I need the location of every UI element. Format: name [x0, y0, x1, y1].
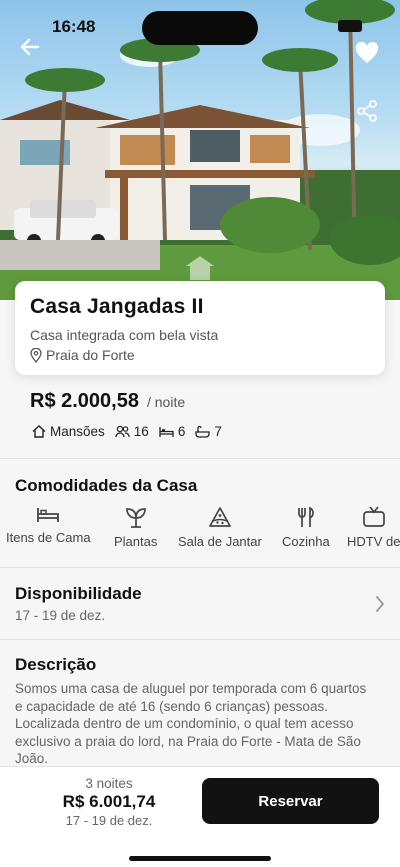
- tv-icon: [362, 506, 385, 527]
- amenity-item-bed-linens[interactable]: Itens de Cama: [6, 506, 91, 545]
- amenity-item-hdtv[interactable]: HDTV de: [347, 506, 400, 549]
- house-icon: [32, 425, 46, 438]
- share-button[interactable]: [356, 100, 382, 126]
- spec-guests: 16: [115, 424, 149, 439]
- divider: [0, 458, 400, 459]
- footer-total-price: R$ 6.001,74: [62, 792, 156, 811]
- amenity-label: Plantas: [114, 534, 158, 549]
- listing-specs: Mansões 16 6 7: [32, 424, 222, 439]
- status-time: 16:48: [52, 17, 96, 36]
- divider: [0, 639, 400, 640]
- amenity-item-kitchen[interactable]: Cozinha: [282, 506, 330, 549]
- reserve-button[interactable]: Reservar: [202, 778, 379, 824]
- amenity-item-dining-room[interactable]: Sala de Jantar: [178, 506, 262, 549]
- description-text: Somos uma casa de aluguel por temporada …: [15, 681, 367, 766]
- nightly-price: R$ 2.000,58: [30, 390, 139, 412]
- people-icon: [115, 425, 130, 438]
- listing-location: Praia do Forte: [30, 347, 370, 363]
- spec-category: Mansões: [32, 424, 105, 439]
- amenities-list[interactable]: Itens de Cama Plantas Sala de Jantar Coz…: [0, 506, 400, 552]
- amenity-label: HDTV de: [347, 534, 400, 549]
- house-photo: [0, 0, 400, 300]
- plant-icon: [125, 508, 146, 528]
- pizza-icon: [209, 507, 231, 527]
- spec-bedrooms-label: 6: [177, 424, 186, 439]
- footer-dates: 17 - 19 de dez.: [65, 813, 153, 828]
- spec-bathrooms: 7: [195, 424, 222, 439]
- location-pin-icon: [30, 347, 42, 363]
- utensils-icon: [297, 506, 314, 527]
- chevron-right-icon: [376, 596, 384, 612]
- listing-title: Casa Jangadas II: [30, 295, 204, 318]
- arrow-left-icon: [20, 38, 40, 56]
- dynamic-island: [142, 11, 258, 45]
- amenity-label: Cozinha: [282, 534, 330, 549]
- listing-subtitle: Casa integrada com bela vista: [30, 327, 219, 343]
- location-label: Praia do Forte: [46, 347, 135, 363]
- amenity-item-plants[interactable]: Plantas: [114, 506, 157, 549]
- amenities-title: Comodidades da Casa: [15, 476, 198, 495]
- price-row: R$ 2.000,58 / noite: [30, 390, 185, 413]
- spec-bathrooms-label: 7: [214, 424, 222, 439]
- hero-image: 16:48: [0, 0, 400, 300]
- spec-guests-label: 16: [133, 424, 149, 439]
- share-icon: [357, 100, 377, 122]
- status-icons: [338, 20, 362, 32]
- availability-title: Disponibilidade: [15, 584, 142, 603]
- per-night-label: / noite: [146, 394, 186, 410]
- booking-footer: 3 noites R$ 6.001,74 17 - 19 de dez. Res…: [0, 766, 400, 867]
- availability-dates: 17 - 19 de dez.: [15, 608, 106, 623]
- bath-icon: [195, 425, 210, 438]
- bed-icon: [159, 426, 174, 437]
- description-title: Descrição: [15, 655, 97, 674]
- heart-icon: [355, 42, 379, 63]
- home-indicator[interactable]: [129, 856, 271, 861]
- spec-category-label: Mansões: [50, 424, 105, 439]
- wifi-icon: [339, 22, 355, 32]
- amenity-label: Sala de Jantar: [178, 534, 262, 549]
- back-button[interactable]: [20, 38, 46, 64]
- listing-title-card: Casa Jangadas II Casa integrada com bela…: [15, 281, 385, 375]
- bed-icon: [37, 508, 60, 522]
- spec-bedrooms: 6: [159, 424, 186, 439]
- amenity-label: Itens de Cama: [6, 530, 91, 545]
- footer-nights: 3 noites: [85, 776, 133, 791]
- favorite-button[interactable]: [355, 42, 381, 68]
